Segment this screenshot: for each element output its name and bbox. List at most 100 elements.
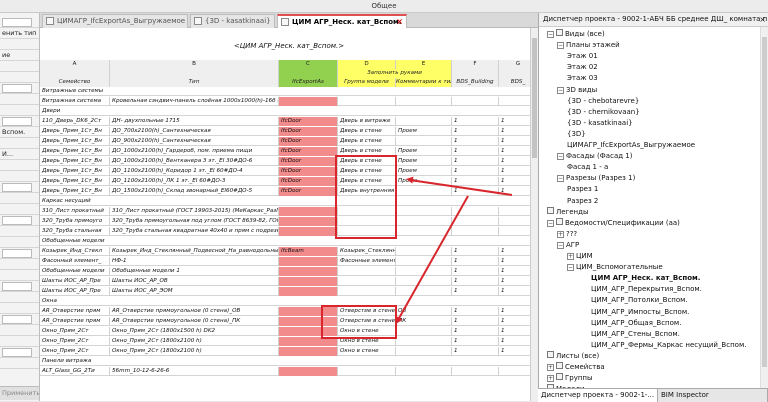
tree-node[interactable]: {3D} <box>567 129 586 139</box>
property-field[interactable] <box>2 18 32 27</box>
property-row[interactable] <box>0 94 39 105</box>
scrollbar-thumb[interactable] <box>762 37 767 367</box>
collapse-icon[interactable]: − <box>557 42 564 50</box>
tree-node[interactable]: − Планы этажей <box>557 40 620 50</box>
tree-node[interactable]: Легенды <box>547 206 589 217</box>
property-row[interactable] <box>0 215 39 226</box>
view-tab[interactable]: ЦИМАГР_IfcExportAs_Выгружаемое <box>42 14 188 28</box>
property-row[interactable] <box>0 61 39 72</box>
tree-node[interactable]: − Разрезы (Разрез 1) <box>557 173 635 183</box>
property-row[interactable] <box>0 248 39 259</box>
property-row[interactable] <box>0 160 39 171</box>
property-row[interactable] <box>0 303 39 314</box>
property-field[interactable] <box>2 183 32 192</box>
view-tab[interactable]: {3D - kasatkinaai} <box>190 14 275 28</box>
project-browser-scrollbar[interactable] <box>760 27 768 388</box>
property-row[interactable] <box>0 259 39 270</box>
expand-icon[interactable]: + <box>547 364 554 371</box>
property-row[interactable]: енить тип <box>0 28 39 39</box>
property-row[interactable]: И... <box>0 149 39 160</box>
tree-node[interactable]: + Семейства <box>547 362 605 372</box>
property-row[interactable] <box>0 358 39 369</box>
tree-node[interactable]: + Группы <box>547 373 593 383</box>
property-row[interactable] <box>0 292 39 303</box>
collapse-icon[interactable]: − <box>557 175 564 183</box>
tree-node[interactable]: Этаж 02 <box>567 62 598 72</box>
tree-node[interactable]: {3D - chernikovaan} <box>567 107 640 117</box>
property-row[interactable] <box>0 105 39 116</box>
schedule-vertical-scrollbar[interactable] <box>530 28 538 401</box>
property-row[interactable] <box>0 182 39 193</box>
tree-node[interactable]: −3D виды <box>557 85 597 95</box>
panel-tab[interactable]: Диспетчер проекта - 9002-1-... <box>538 389 658 402</box>
property-field[interactable] <box>2 249 32 258</box>
property-row[interactable] <box>0 171 39 182</box>
tree-node[interactable]: ЦИМ_АГР_Перекрытия_Вспом. <box>591 284 702 294</box>
property-field[interactable] <box>2 84 32 93</box>
scrollbar-thumb[interactable] <box>532 38 537 158</box>
collapse-icon[interactable]: − <box>567 264 574 272</box>
tree-node[interactable]: ЦИМАГР_IfcExportAs_Выгружаемое <box>567 140 695 150</box>
collapse-icon[interactable]: − <box>557 153 564 161</box>
collapse-icon[interactable]: − <box>557 86 564 94</box>
tree-node[interactable]: − Виды (все) <box>547 29 605 39</box>
property-row[interactable] <box>0 281 39 292</box>
collapse-icon[interactable]: − <box>547 219 554 227</box>
property-field[interactable] <box>2 315 32 324</box>
property-row[interactable] <box>0 226 39 237</box>
tree-node[interactable]: Этаж 03 <box>567 73 598 83</box>
property-row[interactable] <box>0 336 39 347</box>
property-row[interactable] <box>0 72 39 83</box>
property-field[interactable] <box>2 117 32 126</box>
tree-node[interactable]: − Фасады (Фасад 1) <box>557 151 632 161</box>
collapse-icon[interactable]: − <box>557 241 564 249</box>
tree-node[interactable]: + ЦИМ <box>567 251 593 261</box>
tree-node[interactable]: ЦИМ_АГР_Стены_Вспом. <box>591 329 680 339</box>
close-icon[interactable]: × <box>759 13 766 26</box>
property-row[interactable] <box>0 193 39 204</box>
property-field[interactable] <box>2 216 32 225</box>
tree-node[interactable]: ЦИМ_АГР_Общая_Вспом. <box>591 318 681 328</box>
expand-icon[interactable]: + <box>557 230 564 238</box>
expand-icon[interactable]: + <box>567 253 574 260</box>
tree-node[interactable]: {3D - chebotarevre} <box>567 96 639 106</box>
property-field[interactable] <box>2 348 32 357</box>
property-row[interactable] <box>0 237 39 248</box>
property-row[interactable] <box>0 325 39 336</box>
tree-node-label: Этаж 02 <box>567 63 598 72</box>
tree-node[interactable]: Разрез 1 <box>567 184 598 194</box>
view-tab[interactable]: ЦИМ АГР_Неск. кат_Вспом. × <box>277 14 407 28</box>
tree-node[interactable]: ЦИМ_АГР_Потолки_Вспом. <box>591 295 688 305</box>
apply-button[interactable]: Применить <box>0 386 39 400</box>
property-row[interactable] <box>0 83 39 94</box>
property-row[interactable] <box>0 347 39 358</box>
tree-node[interactable]: ЦИМ АГР_Неск. кат_Вспом. <box>591 273 700 283</box>
property-row[interactable] <box>0 204 39 215</box>
tree-node[interactable]: Листы (все) <box>547 350 599 361</box>
tree-node[interactable]: − АГР <box>557 240 579 250</box>
panel-tab[interactable]: BIM Inspector <box>658 389 768 402</box>
tree-node-label: Разрез 2 <box>567 196 599 205</box>
expand-icon[interactable]: + <box>547 375 554 383</box>
property-row[interactable] <box>0 17 39 28</box>
tree-node[interactable]: +??? <box>557 229 577 239</box>
tree-node[interactable]: Разрез 2 <box>567 196 598 206</box>
property-row[interactable] <box>0 116 39 127</box>
property-row[interactable] <box>0 270 39 281</box>
property-row[interactable] <box>0 314 39 325</box>
property-row[interactable] <box>0 138 39 149</box>
property-row[interactable]: ие <box>0 50 39 61</box>
tree-node[interactable]: {3D - kasatkinaai} <box>567 118 633 128</box>
tree-node[interactable]: Фасад 1 - а <box>567 162 608 172</box>
tree-node[interactable]: − ЦИМ_Вспомогательные <box>567 262 663 272</box>
tree-node[interactable]: ЦИМ_АГР_Фермы_Каркас несущий_Вспом. <box>591 340 746 350</box>
property-field[interactable] <box>2 282 32 291</box>
close-icon[interactable]: × <box>396 16 403 28</box>
tree-node[interactable]: Этаж 01 <box>567 51 598 61</box>
schedule-icon <box>194 17 202 25</box>
tree-node[interactable]: ЦИМ_АГР_Импосты_Вспом. <box>591 307 689 317</box>
property-row[interactable] <box>0 39 39 50</box>
property-row[interactable]: Вспом. <box>0 127 39 138</box>
tree-node[interactable]: − Ведомости/Спецификации (аа) <box>547 217 680 228</box>
collapse-icon[interactable]: − <box>547 31 554 38</box>
